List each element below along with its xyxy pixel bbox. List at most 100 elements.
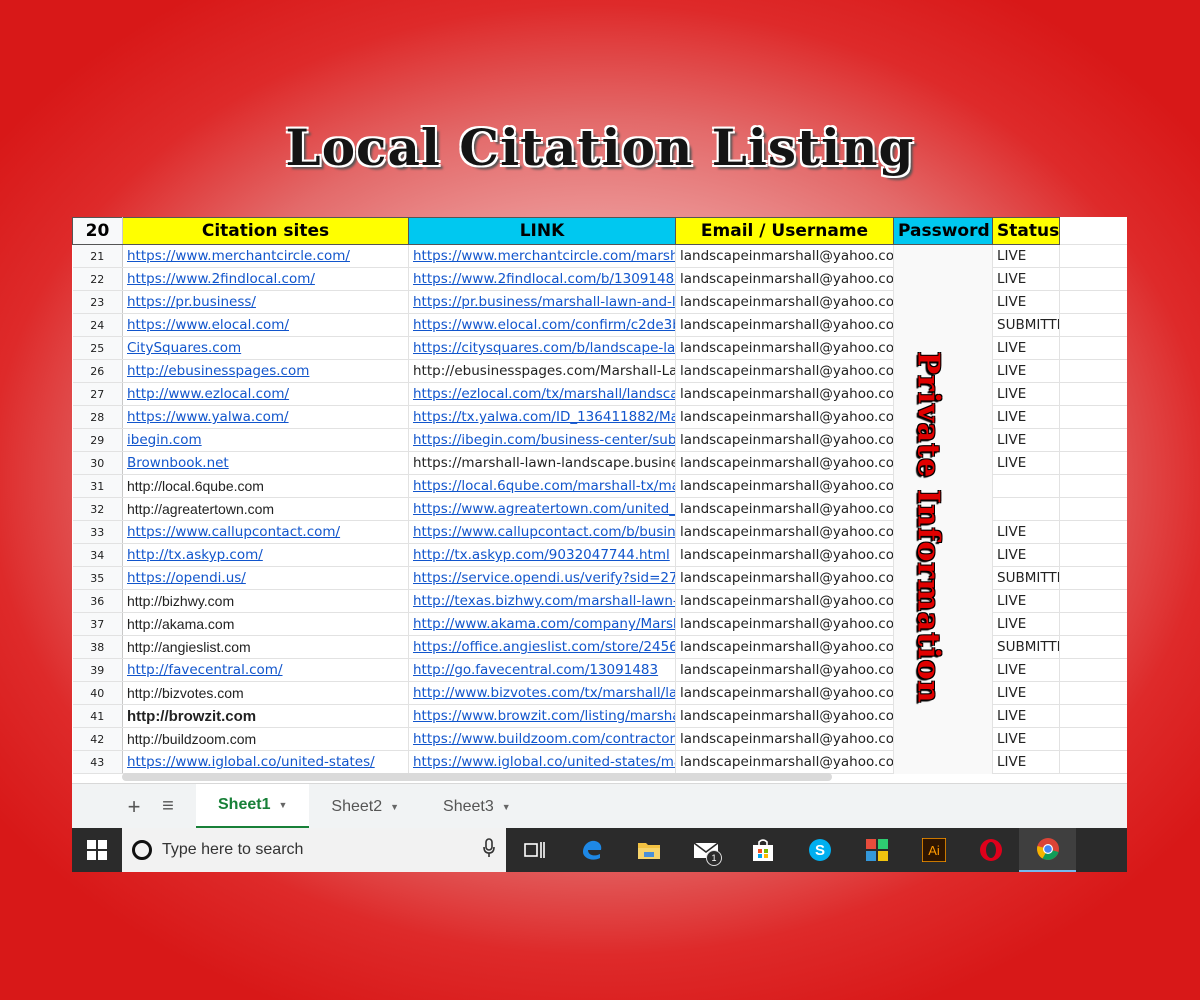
row-number[interactable]: 39 — [72, 658, 123, 682]
row-number[interactable]: 37 — [72, 612, 123, 636]
row-number[interactable]: 27 — [72, 382, 123, 406]
row-number[interactable]: 22 — [72, 267, 123, 291]
link-cell[interactable]: https://www.browzit.com/listing/marshall — [408, 704, 676, 728]
taskbar-search-box[interactable]: Type here to search — [122, 828, 506, 872]
password-cell[interactable] — [893, 750, 993, 774]
row-number[interactable]: 31 — [72, 474, 123, 498]
empty-cell[interactable] — [1059, 543, 1127, 567]
status-cell[interactable]: LIVE — [992, 451, 1060, 475]
illustrator-icon[interactable]: Ai — [905, 828, 962, 872]
row-number[interactable]: 26 — [72, 359, 123, 383]
cortana-icon[interactable] — [132, 840, 152, 860]
empty-cell[interactable] — [1059, 704, 1127, 728]
chrome-icon[interactable] — [1019, 828, 1076, 872]
status-cell[interactable]: LIVE — [992, 244, 1060, 268]
link-cell[interactable]: http://www.akama.com/company/Marshall — [408, 612, 676, 636]
empty-cell[interactable] — [1059, 474, 1127, 498]
citation-site-cell[interactable]: http://bizhwy.com — [122, 589, 409, 613]
empty-cell[interactable] — [1059, 267, 1127, 291]
link-cell[interactable]: https://citysquares.com/b/landscape-lawn — [408, 336, 676, 360]
row-number[interactable]: 38 — [72, 635, 123, 659]
email-cell[interactable]: landscapeinmarshall@yahoo.com — [675, 497, 894, 521]
row-number[interactable]: 34 — [72, 543, 123, 567]
tab-sheet2[interactable]: Sheet2 ▼ — [309, 784, 421, 828]
empty-cell[interactable] — [1059, 635, 1127, 659]
email-cell[interactable]: landscapeinmarshall@yahoo.com — [675, 244, 894, 268]
email-cell[interactable]: landscapeinmarshall@yahoo.com — [675, 589, 894, 613]
tab-sheet3[interactable]: Sheet3 ▼ — [421, 784, 533, 828]
empty-cell[interactable] — [1059, 290, 1127, 314]
password-cell[interactable] — [893, 244, 993, 268]
status-cell[interactable]: LIVE — [992, 681, 1060, 705]
status-cell[interactable]: SUBMITTED — [992, 635, 1060, 659]
status-cell[interactable]: LIVE — [992, 382, 1060, 406]
citation-site-cell[interactable]: Brownbook.net — [122, 451, 409, 475]
status-cell[interactable] — [992, 474, 1060, 498]
link-cell[interactable]: http://www.bizvotes.com/tx/marshall/land… — [408, 681, 676, 705]
email-cell[interactable]: landscapeinmarshall@yahoo.com — [675, 474, 894, 498]
citation-site-cell[interactable]: http://akama.com — [122, 612, 409, 636]
citation-site-cell[interactable]: http://ebusinesspages.com — [122, 359, 409, 383]
empty-cell[interactable] — [1059, 589, 1127, 613]
email-cell[interactable]: landscapeinmarshall@yahoo.com — [675, 543, 894, 567]
email-cell[interactable]: landscapeinmarshall@yahoo.com — [675, 681, 894, 705]
status-cell[interactable]: SUBMITTED — [992, 566, 1060, 590]
citation-site-cell[interactable]: http://www.ezlocal.com/ — [122, 382, 409, 406]
header-citation-sites[interactable]: Citation sites — [122, 217, 409, 245]
row-number[interactable]: 36 — [72, 589, 123, 613]
header-link[interactable]: LINK — [408, 217, 676, 245]
email-cell[interactable]: landscapeinmarshall@yahoo.com — [675, 359, 894, 383]
citation-site-cell[interactable]: http://buildzoom.com — [122, 727, 409, 751]
status-cell[interactable] — [992, 497, 1060, 521]
empty-cell[interactable] — [1059, 750, 1127, 774]
citation-site-cell[interactable]: http://agreatertown.com — [122, 497, 409, 521]
status-cell[interactable]: LIVE — [992, 405, 1060, 429]
empty-cell[interactable] — [1059, 336, 1127, 360]
citation-site-cell[interactable]: https://www.2findlocal.com/ — [122, 267, 409, 291]
email-cell[interactable]: landscapeinmarshall@yahoo.com — [675, 267, 894, 291]
empty-cell[interactable] — [1059, 612, 1127, 636]
citation-site-cell[interactable]: https://www.callupcontact.com/ — [122, 520, 409, 544]
status-cell[interactable]: LIVE — [992, 336, 1060, 360]
citation-site-cell[interactable]: CitySquares.com — [122, 336, 409, 360]
citation-site-cell[interactable]: http://local.6qube.com — [122, 474, 409, 498]
link-cell[interactable]: https://pr.business/marshall-lawn-and-la… — [408, 290, 676, 314]
link-cell[interactable]: http://go.favecentral.com/13091483 — [408, 658, 676, 682]
horizontal-scrollbar[interactable] — [122, 773, 832, 781]
row-number[interactable]: 21 — [72, 244, 123, 268]
empty-cell[interactable] — [1059, 313, 1127, 337]
row-number[interactable]: 41 — [72, 704, 123, 728]
opera-icon[interactable] — [962, 828, 1019, 872]
empty-cell[interactable] — [1059, 727, 1127, 751]
email-cell[interactable]: landscapeinmarshall@yahoo.com — [675, 313, 894, 337]
row-number[interactable]: 42 — [72, 727, 123, 751]
row-number[interactable]: 25 — [72, 336, 123, 360]
empty-cell[interactable] — [1059, 217, 1127, 245]
email-cell[interactable]: landscapeinmarshall@yahoo.com — [675, 658, 894, 682]
link-cell[interactable]: https://tx.yalwa.com/ID_136411882/Marsha… — [408, 405, 676, 429]
link-cell[interactable]: http://ebusinesspages.com/Marshall-Lawn — [408, 359, 676, 383]
status-cell[interactable]: LIVE — [992, 428, 1060, 452]
link-cell[interactable]: https://ezlocal.com/tx/marshall/landscap… — [408, 382, 676, 406]
citation-site-cell[interactable]: http://angieslist.com — [122, 635, 409, 659]
citation-site-cell[interactable]: https://pr.business/ — [122, 290, 409, 314]
skype-icon[interactable]: S — [791, 828, 848, 872]
email-cell[interactable]: landscapeinmarshall@yahoo.com — [675, 428, 894, 452]
row-number[interactable]: 32 — [72, 497, 123, 521]
link-cell[interactable]: https://service.opendi.us/verify?sid=275… — [408, 566, 676, 590]
empty-cell[interactable] — [1059, 658, 1127, 682]
email-cell[interactable]: landscapeinmarshall@yahoo.com — [675, 704, 894, 728]
chevron-down-icon[interactable]: ▼ — [390, 802, 399, 812]
empty-cell[interactable] — [1059, 451, 1127, 475]
empty-cell[interactable] — [1059, 681, 1127, 705]
email-cell[interactable]: landscapeinmarshall@yahoo.com — [675, 382, 894, 406]
header-status[interactable]: Status — [992, 217, 1060, 245]
email-cell[interactable]: landscapeinmarshall@yahoo.com — [675, 635, 894, 659]
email-cell[interactable]: landscapeinmarshall@yahoo.com — [675, 727, 894, 751]
email-cell[interactable]: landscapeinmarshall@yahoo.com — [675, 290, 894, 314]
status-cell[interactable]: LIVE — [992, 589, 1060, 613]
empty-cell[interactable] — [1059, 566, 1127, 590]
tab-sheet1[interactable]: Sheet1 ▼ — [196, 784, 310, 828]
add-sheet-button[interactable]: + — [120, 794, 148, 820]
status-cell[interactable]: LIVE — [992, 612, 1060, 636]
